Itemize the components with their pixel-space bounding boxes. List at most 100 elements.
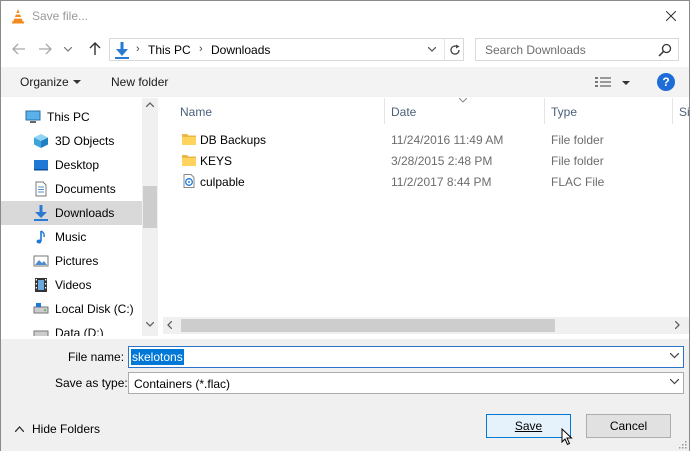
scrollbar-thumb[interactable] [181,319,555,332]
sidebar-item-label: Desktop [55,158,100,172]
file-date: 3/28/2015 2:48 PM [391,154,493,168]
help-button[interactable]: ? [657,73,675,91]
sidebar-item-desktop[interactable]: Desktop [1,153,142,177]
breadcrumb-this-pc[interactable]: This PC [148,43,191,57]
sidebar-item-label: Music [55,230,87,244]
file-row[interactable]: KEYS 3/28/2015 2:48 PM File folder [163,150,689,171]
file-row[interactable]: DB Backups 11/24/2016 11:49 AM File fold… [163,129,689,150]
chevron-up-icon [146,102,154,107]
column-header-type[interactable]: Type [545,98,673,124]
chevron-down-icon [670,379,679,385]
column-header-size[interactable]: Si [673,98,689,124]
command-bar: Organize New folder ? [1,67,689,97]
details-view-icon [595,77,611,87]
file-name-field[interactable]: skelotons [128,346,684,368]
desktop-icon [34,160,48,171]
sidebar-item-documents[interactable]: Documents [1,177,142,201]
file-type: FLAC File [551,175,605,189]
sidebar-item-label: Data (D:) [55,326,104,336]
sidebar-item-pictures[interactable]: Pictures [1,249,142,273]
chevron-down-icon [64,46,72,52]
save-button-label: Save [514,419,543,433]
change-view-button[interactable] [593,73,633,93]
sort-descending-icon [459,98,467,103]
sidebar-item-videos[interactable]: Videos [1,273,142,297]
vlc-cone-icon [12,9,24,24]
search-icon [658,43,672,57]
hide-folders-button[interactable]: Hide Folders [15,422,100,436]
recent-locations-button[interactable] [61,39,75,59]
file-name-label: File name: [68,350,125,364]
file-list: Name Date Type Si DB Backups 11/24/2016 … [163,98,689,336]
music-note-icon [36,230,45,244]
up-button[interactable] [85,39,105,59]
save-form: File name: skelotons Save as type: Conta… [1,339,689,451]
downloads-icon [34,205,48,221]
save-as-type-select[interactable]: Containers (*.flac) [128,372,684,394]
drive-icon [33,303,49,314]
chevron-down-icon [622,81,630,85]
address-bar[interactable]: › This PC › Downloads [109,38,464,61]
sidebar-item-3d-objects[interactable]: 3D Objects [1,129,142,153]
search-input[interactable]: Search Downloads [475,38,679,61]
sidebar-item-this-pc[interactable]: This PC [1,105,142,129]
file-date: 11/2/2017 8:44 PM [391,175,492,189]
chevron-down-icon [428,47,436,52]
organize-button[interactable]: Organize [20,75,69,89]
save-file-dialog: Save file... › This PC › Downloads Searc… [0,0,690,451]
chevron-down-icon [73,80,81,84]
refresh-button[interactable] [444,39,464,60]
sidebar-item-label: Local Disk (C:) [55,302,134,316]
breadcrumb-downloads[interactable]: Downloads [211,43,270,57]
sidebar-item-label: Documents [55,182,116,196]
sidebar-item-downloads[interactable]: Downloads [1,201,142,225]
back-button[interactable] [9,39,29,59]
sidebar-item-data-d[interactable]: Data (D:) [1,321,142,336]
monitor-icon [25,110,41,123]
cancel-button[interactable]: Cancel [586,414,671,438]
file-list-horizontal-scrollbar[interactable] [163,317,689,334]
sidebar-item-label: Downloads [55,206,115,220]
scrollbar-thumb[interactable] [143,186,157,228]
save-as-type-label: Save as type: [55,376,128,390]
navigation-bar: › This PC › Downloads Search Downloads [1,34,689,64]
drive-icon [33,330,49,336]
column-header-name[interactable]: Name [174,98,385,124]
file-type: File folder [551,133,604,147]
close-icon [666,11,676,21]
file-name-value: skelotons [131,349,184,365]
breadcrumb-separator-icon: › [136,43,140,55]
sidebar-item-local-disk-c[interactable]: Local Disk (C:) [1,297,142,321]
resize-grip-icon[interactable] [677,439,687,449]
new-folder-button[interactable]: New folder [111,75,168,89]
sidebar-item-music[interactable]: Music [1,225,142,249]
file-type: File folder [551,154,604,168]
address-history-button[interactable] [422,39,442,60]
navigation-pane-scrollbar[interactable] [142,98,158,336]
window-title: Save file... [32,9,89,23]
hide-folders-label: Hide Folders [32,422,101,436]
file-date: 11/24/2016 11:49 AM [391,133,504,147]
sidebar-item-label: 3D Objects [55,134,115,148]
chevron-right-icon [675,321,680,329]
sidebar-item-label: This PC [47,110,90,124]
cube-icon [34,134,48,148]
save-as-type-value: Containers (*.flac) [134,377,231,391]
folder-icon [182,155,196,166]
chevron-up-icon [15,426,24,432]
downloads-icon [115,42,129,59]
arrow-right-icon [39,43,52,55]
forward-button[interactable] [35,39,55,59]
sidebar-item-label: Videos [55,278,92,292]
audio-file-icon [183,174,195,188]
mouse-pointer-icon [561,428,573,446]
title-bar: Save file... [1,1,689,32]
file-row[interactable]: culpable 11/2/2017 8:44 PM FLAC File [163,171,689,192]
save-button[interactable]: Save [486,414,571,438]
chevron-down-icon[interactable] [670,353,679,359]
file-name: DB Backups [200,133,267,147]
file-name: culpable [200,175,245,189]
breadcrumb-separator-icon: › [199,43,203,55]
document-icon [35,181,47,197]
close-button[interactable] [659,5,683,27]
